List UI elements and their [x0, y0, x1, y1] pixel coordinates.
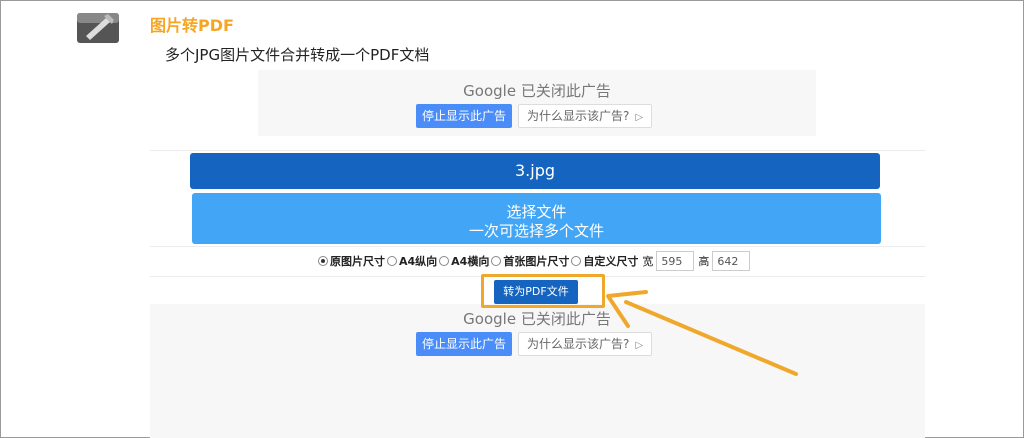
divider [150, 150, 925, 151]
ad-closed-text: Google 已关闭此广告 [463, 310, 611, 328]
play-icon: ▷ [635, 340, 644, 351]
option-label: A4纵向 [399, 255, 438, 268]
option-label: 首张图片尺寸 [503, 255, 570, 268]
ad-banner-top: Google 已关闭此广告 停止显示此广告 为什么显示该广告? ▷ [258, 70, 816, 136]
why-ad-button[interactable]: 为什么显示该广告? ▷ [518, 104, 653, 128]
height-input[interactable] [712, 251, 751, 271]
selected-file-item[interactable]: 3.jpg [190, 153, 880, 189]
width-label: 宽 [642, 255, 654, 268]
page-size-options: 原图片尺寸 A4纵向 A4横向 首张图片尺寸 自定义尺寸 宽 高 [318, 250, 751, 272]
option-label: 自定义尺寸 [583, 255, 639, 268]
page-subtitle: 多个JPG图片文件合并转成一个PDF文档 [165, 46, 430, 64]
option-original-size[interactable]: 原图片尺寸 [318, 253, 385, 269]
radio-a4-portrait[interactable] [387, 256, 397, 266]
option-label: A4横向 [451, 255, 490, 268]
option-a4-portrait[interactable]: A4纵向 [387, 253, 437, 269]
stop-ad-button[interactable]: 停止显示此广告 [416, 104, 513, 128]
option-custom-size[interactable]: 自定义尺寸 [571, 253, 638, 269]
why-ad-button[interactable]: 为什么显示该广告? ▷ [518, 332, 653, 356]
ad-closed-text: Google 已关闭此广告 [463, 82, 611, 100]
option-a4-landscape[interactable]: A4横向 [439, 253, 489, 269]
radio-custom-size[interactable] [571, 256, 582, 266]
ad-banner-bottom: Google 已关闭此广告 停止显示此广告 为什么显示该广告? ▷ [150, 304, 925, 438]
select-files-label: 选择文件 [506, 203, 567, 221]
option-first-image-size[interactable]: 首张图片尺寸 [491, 253, 569, 269]
why-ad-label: 为什么显示该广告? [527, 337, 630, 351]
play-icon: ▷ [635, 112, 644, 123]
stop-ad-button[interactable]: 停止显示此广告 [416, 332, 513, 356]
radio-original-size[interactable] [318, 256, 328, 266]
convert-to-pdf-button[interactable]: 转为PDF文件 [494, 280, 578, 304]
why-ad-label: 为什么显示该广告? [527, 109, 630, 123]
option-label: 原图片尺寸 [330, 255, 385, 268]
select-files-hint: 一次可选择多个文件 [468, 222, 604, 240]
radio-first-image-size[interactable] [491, 256, 502, 266]
radio-a4-landscape[interactable] [439, 256, 450, 266]
select-files-button[interactable]: 选择文件 一次可选择多个文件 [192, 193, 881, 244]
height-label: 高 [698, 255, 710, 268]
divider [150, 246, 925, 247]
width-input[interactable] [656, 251, 695, 271]
pdf-tool-icon [77, 13, 119, 43]
page-title: 图片转PDF [150, 16, 234, 35]
